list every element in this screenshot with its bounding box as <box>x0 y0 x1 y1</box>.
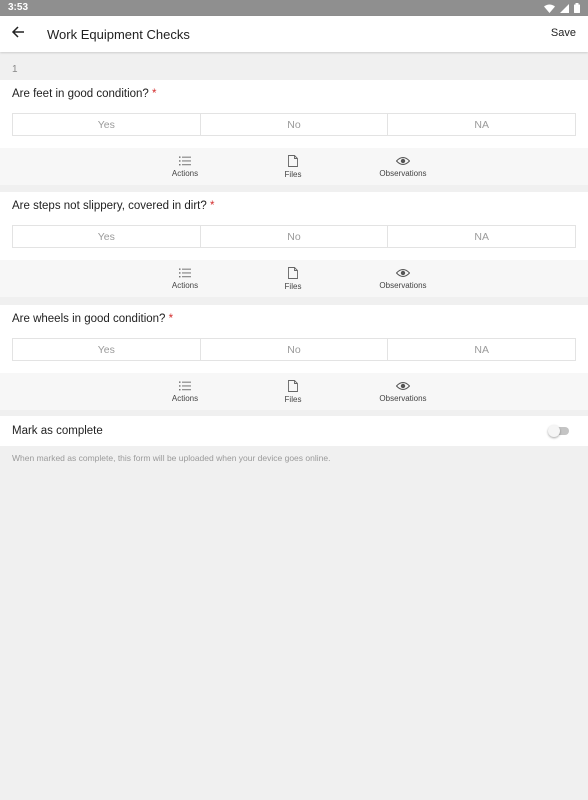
answer-na-button[interactable]: NA <box>388 114 576 135</box>
answer-options: Yes No NA <box>12 338 576 361</box>
answer-options: Yes No NA <box>12 225 576 248</box>
actions-label: Actions <box>171 393 199 403</box>
list-icon <box>179 156 191 169</box>
question-label: Are steps not slippery, covered in dirt? <box>12 200 207 212</box>
save-button[interactable]: Save <box>551 27 576 39</box>
question-text: Are feet in good condition? * <box>12 88 157 100</box>
file-icon <box>288 154 298 170</box>
required-marker: * <box>152 88 157 100</box>
answer-no-button[interactable]: No <box>200 114 389 135</box>
signal-icon <box>560 3 569 13</box>
complete-helper-text: When marked as complete, this form will … <box>12 453 331 463</box>
back-button[interactable] <box>8 24 28 44</box>
file-icon <box>288 266 298 282</box>
mark-complete-row: Mark as complete <box>0 416 588 446</box>
question-label: Are feet in good condition? <box>12 88 149 100</box>
observations-label: Observations <box>379 168 427 178</box>
question-text: Are steps not slippery, covered in dirt?… <box>12 200 214 212</box>
files-button[interactable]: Files <box>253 148 333 185</box>
answer-yes-button[interactable]: Yes <box>13 339 201 360</box>
question-card: Are steps not slippery, covered in dirt?… <box>0 192 588 297</box>
question-actions-bar: Actions Files Observations <box>0 148 588 185</box>
answer-na-button[interactable]: NA <box>388 339 576 360</box>
mark-complete-label: Mark as complete <box>12 425 103 437</box>
toggle-knob <box>548 425 560 437</box>
observations-button[interactable]: Observations <box>363 148 443 185</box>
app-bar: Work Equipment Checks Save <box>0 16 588 52</box>
answer-yes-button[interactable]: Yes <box>13 114 201 135</box>
observations-button[interactable]: Observations <box>363 373 443 410</box>
actions-button[interactable]: Actions <box>145 148 225 185</box>
observations-button[interactable]: Observations <box>363 260 443 297</box>
list-icon <box>179 381 191 394</box>
status-bar: 3:53 <box>0 0 588 16</box>
file-icon <box>288 379 298 395</box>
observations-label: Observations <box>379 280 427 290</box>
mark-complete-toggle[interactable] <box>548 425 570 437</box>
observations-label: Observations <box>379 393 427 403</box>
battery-icon <box>574 3 580 13</box>
wifi-icon <box>544 4 555 13</box>
question-actions-bar: Actions Files Observations <box>0 260 588 297</box>
answer-no-button[interactable]: No <box>200 339 389 360</box>
files-label: Files <box>284 169 302 179</box>
status-time: 3:53 <box>8 2 29 13</box>
answer-options: Yes No NA <box>12 113 576 136</box>
answer-na-button[interactable]: NA <box>388 226 576 247</box>
files-button[interactable]: Files <box>253 260 333 297</box>
question-text: Are wheels in good condition? * <box>12 313 173 325</box>
section-number: 1 <box>12 64 18 75</box>
page-title: Work Equipment Checks <box>47 27 190 42</box>
question-label: Are wheels in good condition? <box>12 313 166 325</box>
actions-button[interactable]: Actions <box>145 373 225 410</box>
actions-label: Actions <box>171 168 199 178</box>
list-icon <box>179 268 191 281</box>
required-marker: * <box>209 200 215 212</box>
arrow-left-icon <box>11 25 25 44</box>
question-card: Are feet in good condition? * Yes No NA … <box>0 80 588 185</box>
files-label: Files <box>284 394 302 404</box>
actions-button[interactable]: Actions <box>145 260 225 297</box>
question-card: Are wheels in good condition? * Yes No N… <box>0 305 588 410</box>
eye-icon <box>396 156 410 169</box>
answer-no-button[interactable]: No <box>200 226 389 247</box>
files-label: Files <box>284 281 302 291</box>
eye-icon <box>396 268 410 281</box>
files-button[interactable]: Files <box>253 373 333 410</box>
eye-icon <box>396 381 410 394</box>
required-marker: * <box>168 313 174 325</box>
question-actions-bar: Actions Files Observations <box>0 373 588 410</box>
answer-yes-button[interactable]: Yes <box>13 226 201 247</box>
actions-label: Actions <box>171 280 199 290</box>
